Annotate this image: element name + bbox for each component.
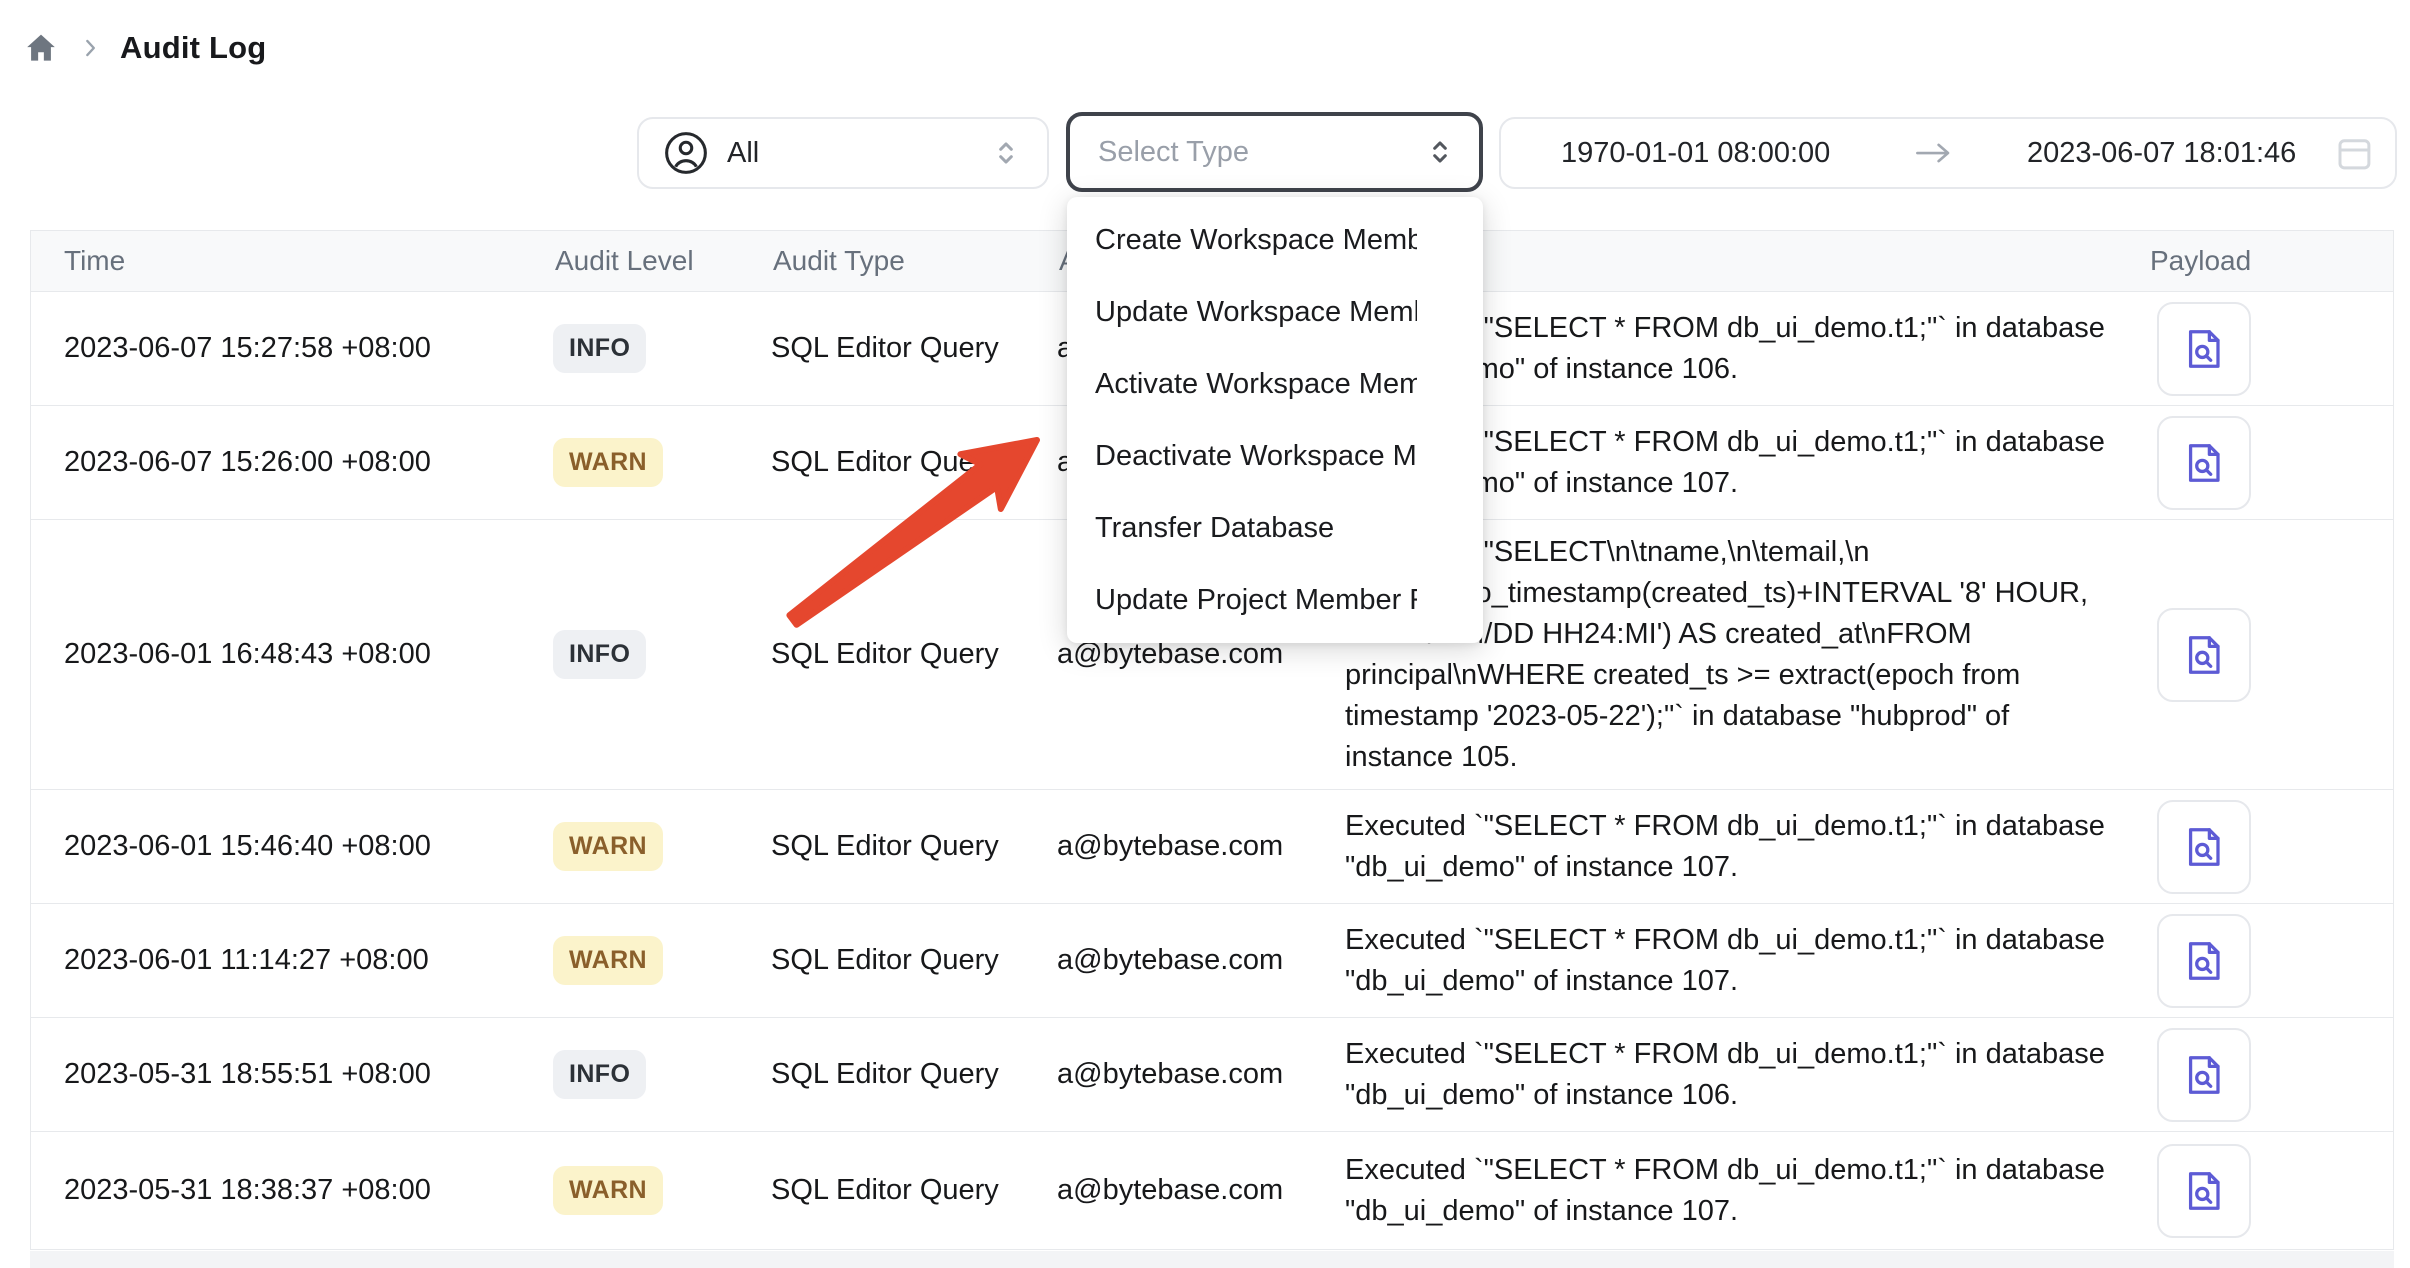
select-chevrons-icon [993, 136, 1019, 170]
cell-audit-level: INFO [553, 292, 646, 405]
payload-view-button[interactable] [2157, 1144, 2251, 1238]
audit-level-badge: WARN [553, 936, 663, 985]
payload-view-button[interactable] [2157, 1028, 2251, 1122]
breadcrumb: Audit Log [22, 26, 266, 70]
dropdown-menu-item[interactable]: Transfer Database [1067, 492, 1483, 564]
file-search-icon [2181, 937, 2227, 985]
calendar-icon[interactable] [2333, 132, 2375, 174]
arrow-right-icon [1913, 138, 1953, 168]
cell-audit-type: SQL Editor Query [771, 1018, 999, 1131]
column-header-time: Time [64, 231, 125, 291]
cell-audit-level: INFO [553, 520, 646, 789]
cell-audit-level: WARN [553, 406, 663, 519]
cell-actor: a@bytebase.com [1057, 904, 1283, 1017]
date-range-start[interactable]: 1970-01-01 08:00:00 [1561, 119, 1830, 187]
type-filter-placeholder: Select Type [1098, 136, 1249, 169]
payload-view-button[interactable] [2157, 608, 2251, 702]
cell-time: 2023-06-01 15:46:40 +08:00 [64, 790, 431, 903]
dropdown-menu-item[interactable]: Deactivate Workspace Member [1067, 420, 1483, 492]
audit-log-page: Audit Log All Select Type 1970- [0, 0, 2410, 1268]
file-search-icon [2181, 1167, 2227, 1215]
audit-level-badge: WARN [553, 438, 663, 487]
dropdown-menu-item[interactable]: Update Project Member Role [1067, 564, 1483, 636]
audit-level-badge: INFO [553, 1050, 646, 1099]
chevron-right-icon [76, 34, 104, 62]
audit-level-badge: WARN [553, 822, 663, 871]
cell-comment: Executed `"SELECT * FROM db_ui_demo.t1;"… [1345, 790, 2157, 903]
cell-audit-level: WARN [553, 904, 663, 1017]
column-header-payload: Payload [2150, 231, 2251, 291]
cell-time: 2023-05-31 18:55:51 +08:00 [64, 1018, 431, 1131]
audit-level-badge: WARN [553, 1166, 663, 1215]
column-header-audit-type: Audit Type [773, 231, 905, 291]
dropdown-menu-item[interactable]: Activate Workspace Member [1067, 348, 1483, 420]
table-row: 2023-06-01 15:46:40 +08:00 WARN SQL Edit… [31, 790, 2393, 904]
table-footer-strip [30, 1251, 2394, 1268]
file-search-icon [2181, 1051, 2227, 1099]
audit-level-badge: INFO [553, 324, 646, 373]
payload-view-button[interactable] [2157, 302, 2251, 396]
cell-time: 2023-06-01 16:48:43 +08:00 [64, 520, 431, 789]
date-range-end[interactable]: 2023-06-07 18:01:46 [2027, 119, 2296, 187]
cell-audit-type: SQL Editor Query [771, 790, 999, 903]
cell-audit-type: SQL Editor Query [771, 406, 999, 519]
table-row: 2023-05-31 18:55:51 +08:00 INFO SQL Edit… [31, 1018, 2393, 1132]
cell-comment: Executed `"SELECT * FROM db_ui_demo.t1;"… [1345, 1018, 2157, 1131]
cell-audit-level: WARN [553, 1132, 663, 1249]
home-icon[interactable] [22, 29, 60, 67]
date-range-picker[interactable]: 1970-01-01 08:00:00 2023-06-07 18:01:46 [1499, 117, 2397, 189]
file-search-icon [2181, 823, 2227, 871]
type-filter-select[interactable]: Select Type [1066, 112, 1483, 192]
actor-filter-select[interactable]: All [637, 117, 1049, 189]
select-chevrons-icon [1427, 135, 1453, 169]
cell-actor: a@bytebase.com [1057, 1018, 1283, 1131]
cell-time: 2023-06-01 11:14:27 +08:00 [64, 904, 429, 1017]
audit-level-badge: INFO [553, 630, 646, 679]
type-filter-dropdown-menu: Create Workspace Member Update Workspace… [1067, 197, 1483, 643]
cell-time: 2023-06-07 15:27:58 +08:00 [64, 292, 431, 405]
table-row: 2023-05-31 18:38:37 +08:00 WARN SQL Edit… [31, 1132, 2393, 1250]
actor-filter-value: All [727, 137, 759, 170]
cell-actor: a@bytebase.com [1057, 1132, 1283, 1249]
cell-audit-type: SQL Editor Query [771, 1132, 999, 1249]
table-row: 2023-06-01 11:14:27 +08:00 WARN SQL Edit… [31, 904, 2393, 1018]
cell-comment: Executed `"SELECT * FROM db_ui_demo.t1;"… [1345, 904, 2157, 1017]
page-title: Audit Log [120, 30, 266, 66]
cell-audit-level: WARN [553, 790, 663, 903]
cell-audit-type: SQL Editor Query [771, 292, 999, 405]
file-search-icon [2181, 631, 2227, 679]
dropdown-menu-item[interactable]: Create Workspace Member [1067, 204, 1483, 276]
payload-view-button[interactable] [2157, 416, 2251, 510]
person-circle-icon [663, 130, 709, 176]
cell-audit-type: SQL Editor Query [771, 520, 999, 789]
file-search-icon [2181, 439, 2227, 487]
cell-comment: Executed `"SELECT * FROM db_ui_demo.t1;"… [1345, 1132, 2157, 1249]
dropdown-menu-item[interactable]: Update Workspace Member [1067, 276, 1483, 348]
cell-actor: a@bytebase.com [1057, 790, 1283, 903]
cell-time: 2023-05-31 18:38:37 +08:00 [64, 1132, 431, 1249]
cell-audit-level: INFO [553, 1018, 646, 1131]
cell-time: 2023-06-07 15:26:00 +08:00 [64, 406, 431, 519]
column-header-audit-level: Audit Level [555, 231, 694, 291]
file-search-icon [2181, 325, 2227, 373]
payload-view-button[interactable] [2157, 800, 2251, 894]
cell-audit-type: SQL Editor Query [771, 904, 999, 1017]
payload-view-button[interactable] [2157, 914, 2251, 1008]
